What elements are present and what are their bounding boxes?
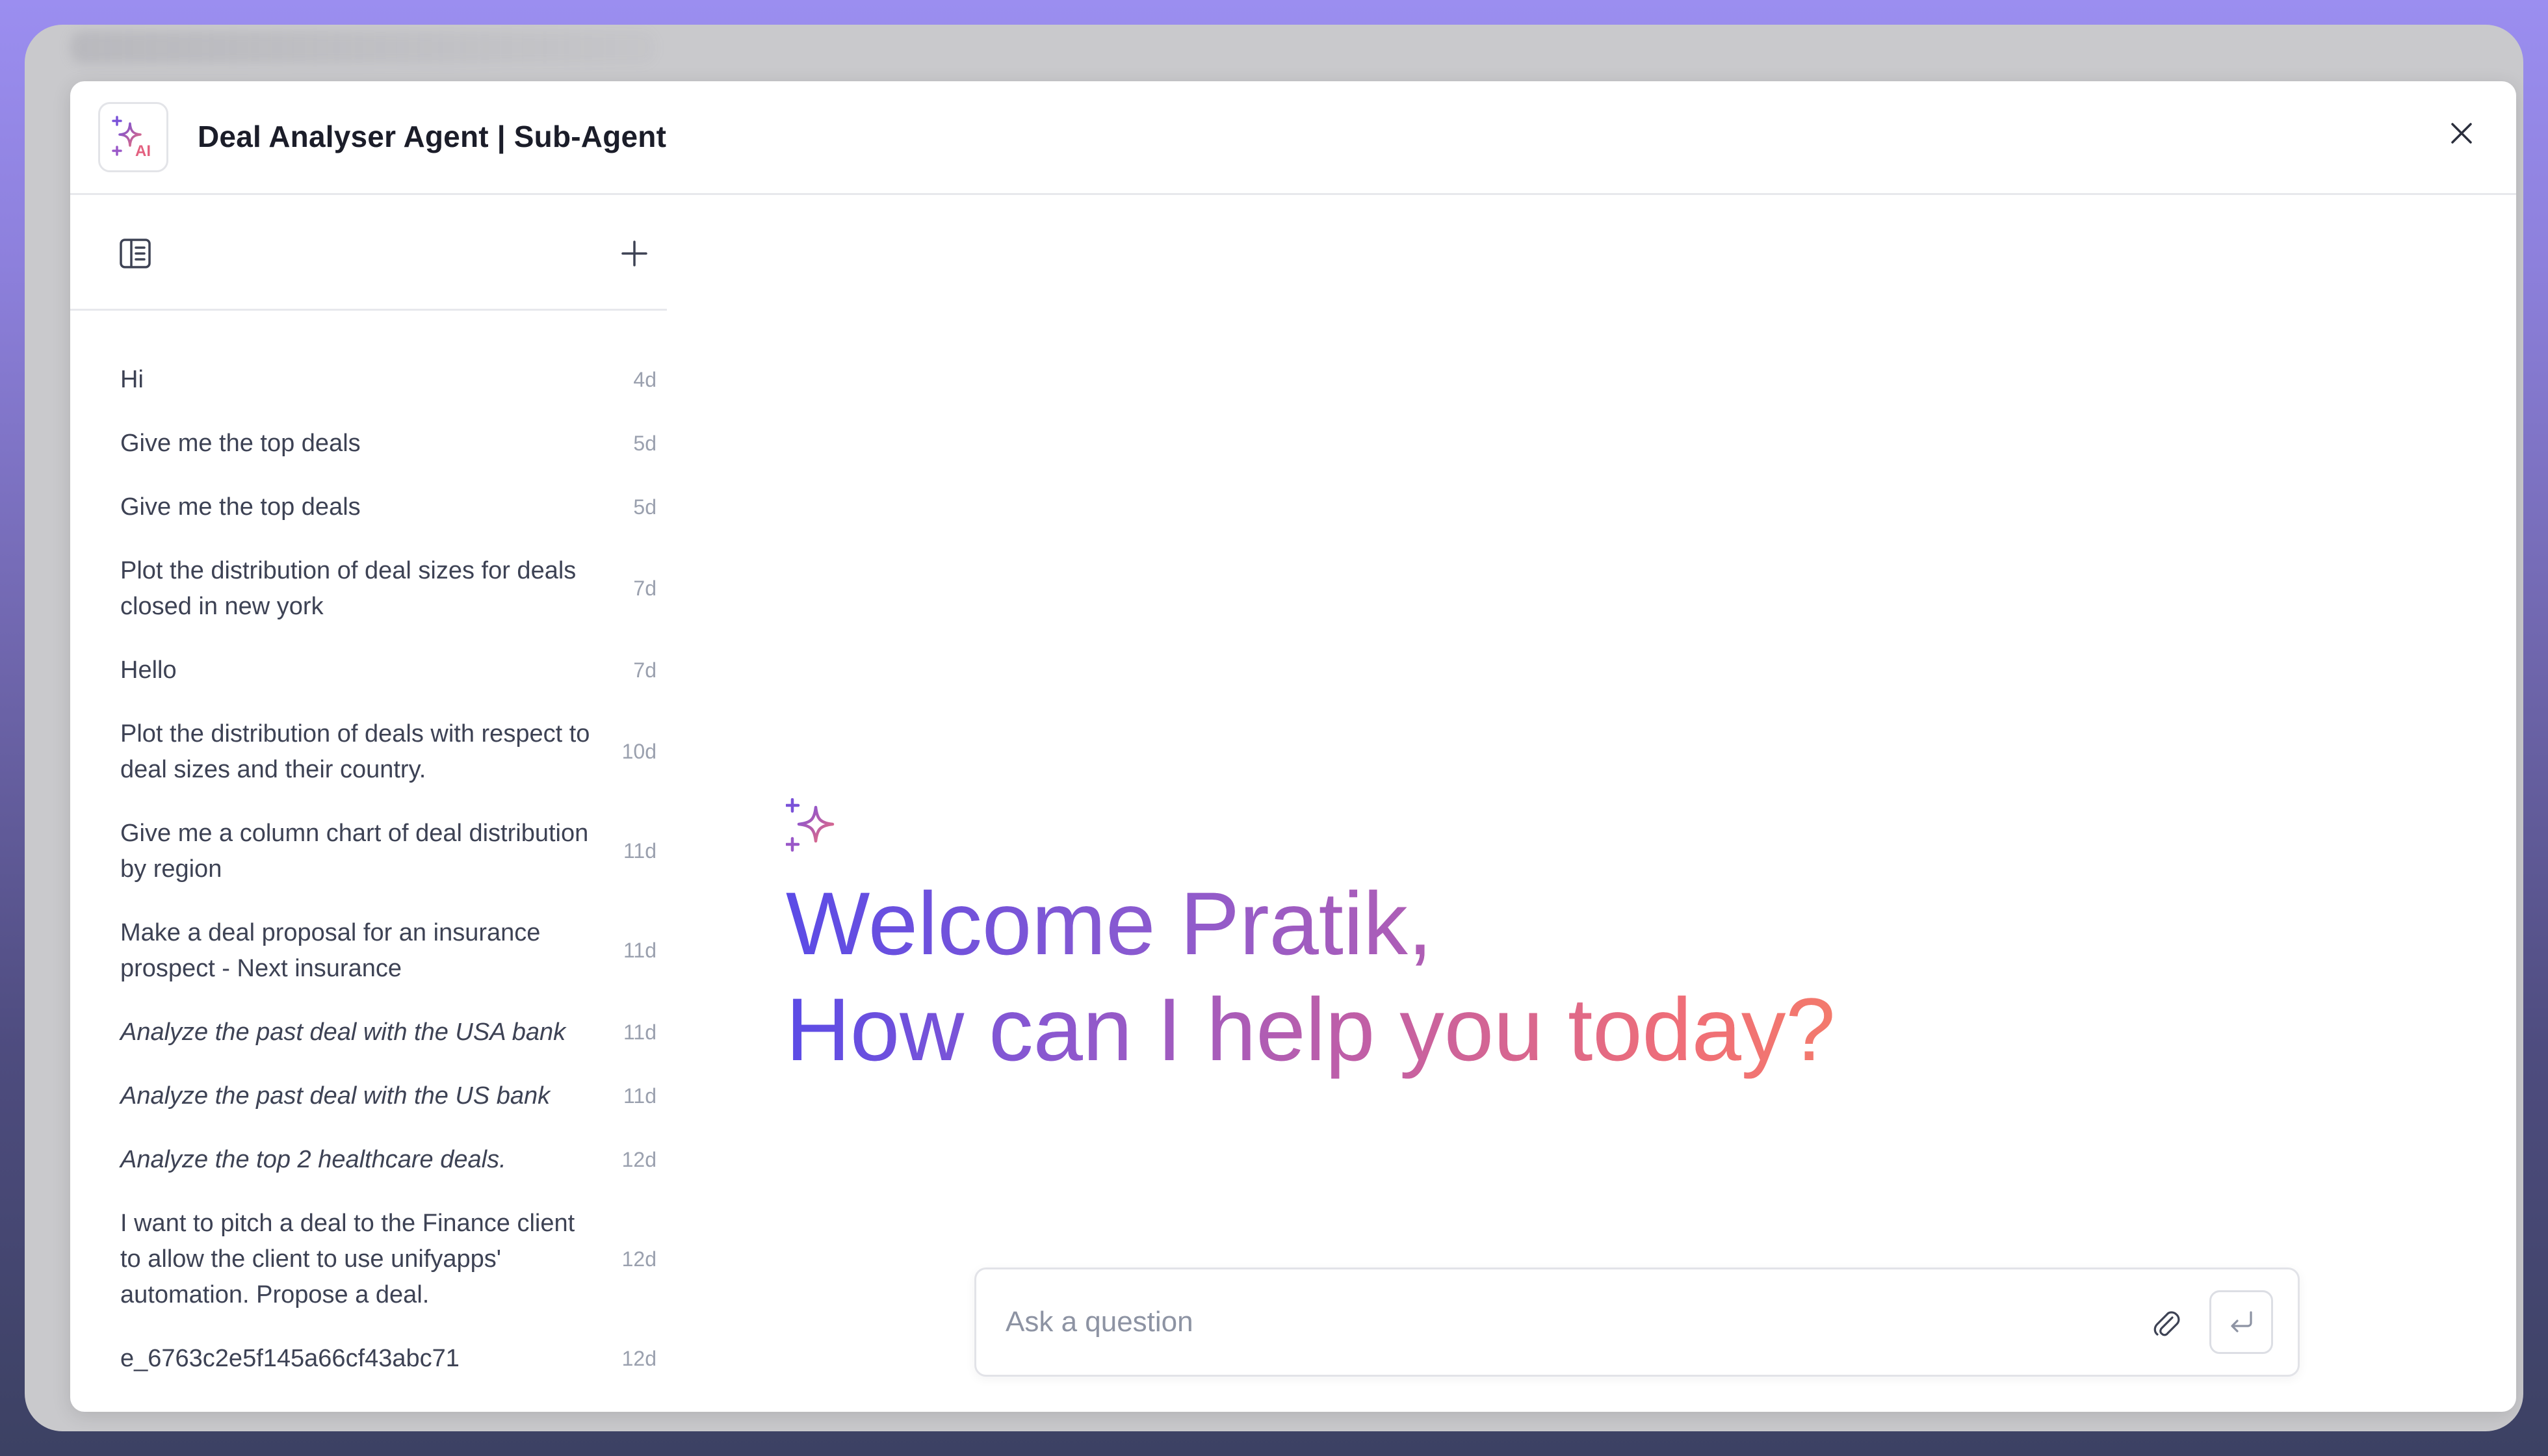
- close-icon: [2451, 123, 2472, 144]
- svg-text:AI: AI: [135, 142, 151, 160]
- list-item[interactable]: Plot the distribution of deal sizes for …: [70, 539, 667, 638]
- list-item[interactable]: Give me a column chart of deal distribut…: [70, 801, 667, 901]
- attach-file-button[interactable]: [2140, 1297, 2192, 1349]
- ai-logo-icon: AI: [98, 102, 168, 172]
- welcome-line-1: Welcome Pratik,: [786, 871, 1433, 977]
- welcome-line-2: How can I help you today?: [786, 977, 1836, 1083]
- chat-title: Hi: [120, 365, 144, 393]
- sidebar-panel-icon: [120, 239, 151, 268]
- chat-history-list: Hi 4d Give me the top deals 5d Give me t…: [70, 348, 667, 1412]
- modal-header: AI Deal Analyser Agent | Sub-Agent: [70, 81, 2516, 195]
- paperclip-icon: [2153, 1311, 2180, 1336]
- chat-age: 7d: [633, 577, 656, 600]
- chat-title: e_6763c2e5f145a66cf43abc71: [120, 1344, 460, 1372]
- list-item[interactable]: Hello 7d: [70, 638, 667, 702]
- chat-age: 11d: [623, 1020, 656, 1044]
- chat-title: Give me the top deals: [120, 429, 361, 457]
- chat-age: 11d: [623, 839, 656, 863]
- list-item[interactable]: Give me the top deals 5d: [70, 411, 667, 475]
- list-item[interactable]: Analyze the top 2 healthcare deals. 12d: [70, 1128, 667, 1191]
- device-frame: AI Deal Analyser Agent | Sub-Agent Hi 4d…: [25, 25, 2523, 1431]
- chat-age: 7d: [633, 658, 656, 682]
- list-item[interactable]: Make a deal proposal for an insurance pr…: [70, 901, 667, 1000]
- blurred-background: [70, 31, 655, 64]
- chat-age: 11d: [623, 1084, 656, 1108]
- question-input[interactable]: [1004, 1295, 2112, 1349]
- chat-age: 11d: [623, 939, 656, 962]
- chat-age: 12d: [621, 1346, 656, 1370]
- chat-title: Give me a column chart of deal distribut…: [120, 819, 589, 883]
- agent-modal: AI Deal Analyser Agent | Sub-Agent Hi 4d…: [70, 81, 2516, 1412]
- list-item[interactable]: I want to pitch a deal to the Finance cl…: [70, 1191, 667, 1327]
- chat-title: Hello: [120, 656, 177, 684]
- chat-title: Give me the top deals: [120, 493, 361, 521]
- chat-title: Analyze the past deal with the US bank: [120, 1082, 551, 1110]
- list-item[interactable]: Give me the top deals 5d: [70, 475, 667, 539]
- chat-main-area: Welcome Pratik, How can I help you today…: [667, 195, 2516, 1412]
- sidebar-toggle-button[interactable]: [117, 235, 153, 272]
- chat-title: Plot the distribution of deal sizes for …: [120, 556, 577, 620]
- chat-history-sidebar: Hi 4d Give me the top deals 5d Give me t…: [70, 195, 667, 1412]
- chat-title: Analyze the top 2 healthcare deals.: [120, 1145, 506, 1173]
- send-button[interactable]: [2209, 1290, 2273, 1354]
- ask-question-box: [974, 1268, 2300, 1377]
- close-button[interactable]: [2438, 110, 2485, 157]
- chat-age: 12d: [621, 1247, 656, 1271]
- chat-age: 12d: [621, 1147, 656, 1171]
- welcome-heading: Welcome Pratik, How can I help you today…: [786, 871, 1891, 1083]
- chat-title: Make a deal proposal for an insurance pr…: [120, 918, 541, 982]
- chat-age: 5d: [633, 495, 656, 519]
- page-title: Deal Analyser Agent | Sub-Agent: [198, 120, 667, 153]
- sidebar-toolbar: [70, 195, 667, 311]
- list-item[interactable]: Analyze the past deal with the USA bank …: [70, 1000, 667, 1064]
- chat-title: Plot the distribution of deals with resp…: [120, 720, 590, 783]
- chat-age: 10d: [621, 740, 656, 763]
- chat-title: Plot the distribution of deal sizes for …: [120, 1405, 601, 1412]
- list-item[interactable]: e_6763c2e5f145a66cf43abc71 12d: [70, 1327, 667, 1390]
- sparkle-icon: [785, 798, 844, 857]
- chat-title: I want to pitch a deal to the Finance cl…: [120, 1209, 575, 1308]
- chat-title: Analyze the past deal with the USA bank: [120, 1018, 566, 1046]
- list-item[interactable]: Hi 4d: [70, 348, 667, 411]
- chat-age: 5d: [633, 431, 656, 455]
- chat-age: 4d: [633, 367, 656, 391]
- enter-return-icon: [2231, 1311, 2252, 1332]
- plus-icon: [621, 240, 647, 266]
- list-item[interactable]: Plot the distribution of deals with resp…: [70, 702, 667, 801]
- new-chat-button[interactable]: [616, 235, 653, 272]
- list-item[interactable]: Plot the distribution of deal sizes for …: [70, 1390, 667, 1412]
- list-item[interactable]: Analyze the past deal with the US bank 1…: [70, 1064, 667, 1128]
